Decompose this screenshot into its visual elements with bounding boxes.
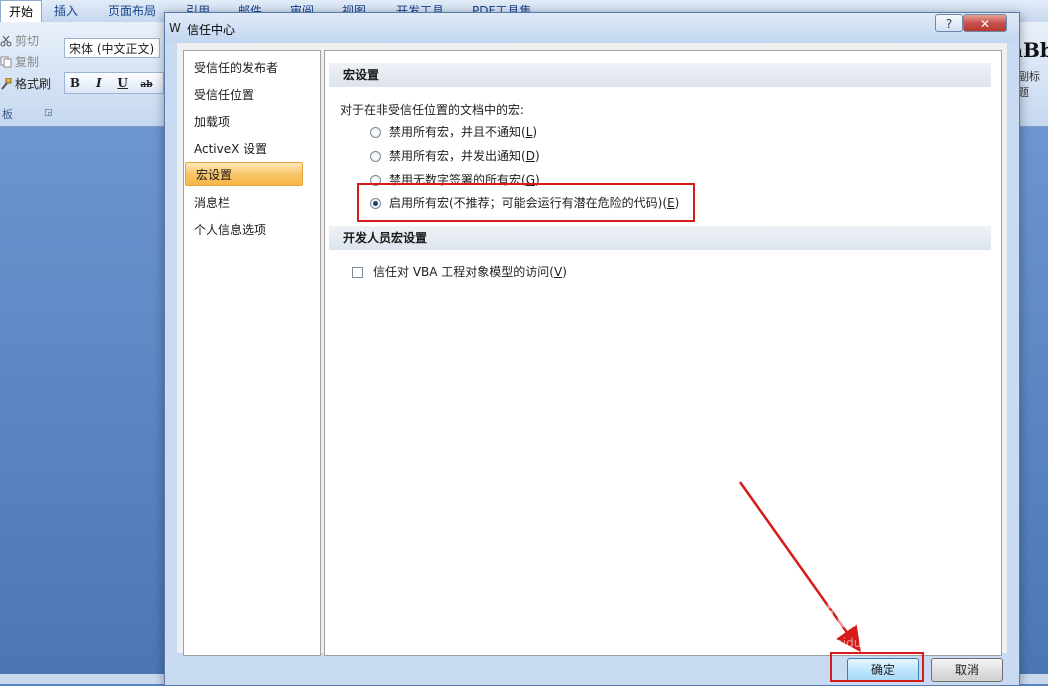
watermark: Baidu经验 bbox=[780, 600, 944, 635]
arrow-annotation-icon bbox=[738, 481, 861, 653]
watermark-url: jingyan.baidu.com bbox=[780, 636, 891, 650]
